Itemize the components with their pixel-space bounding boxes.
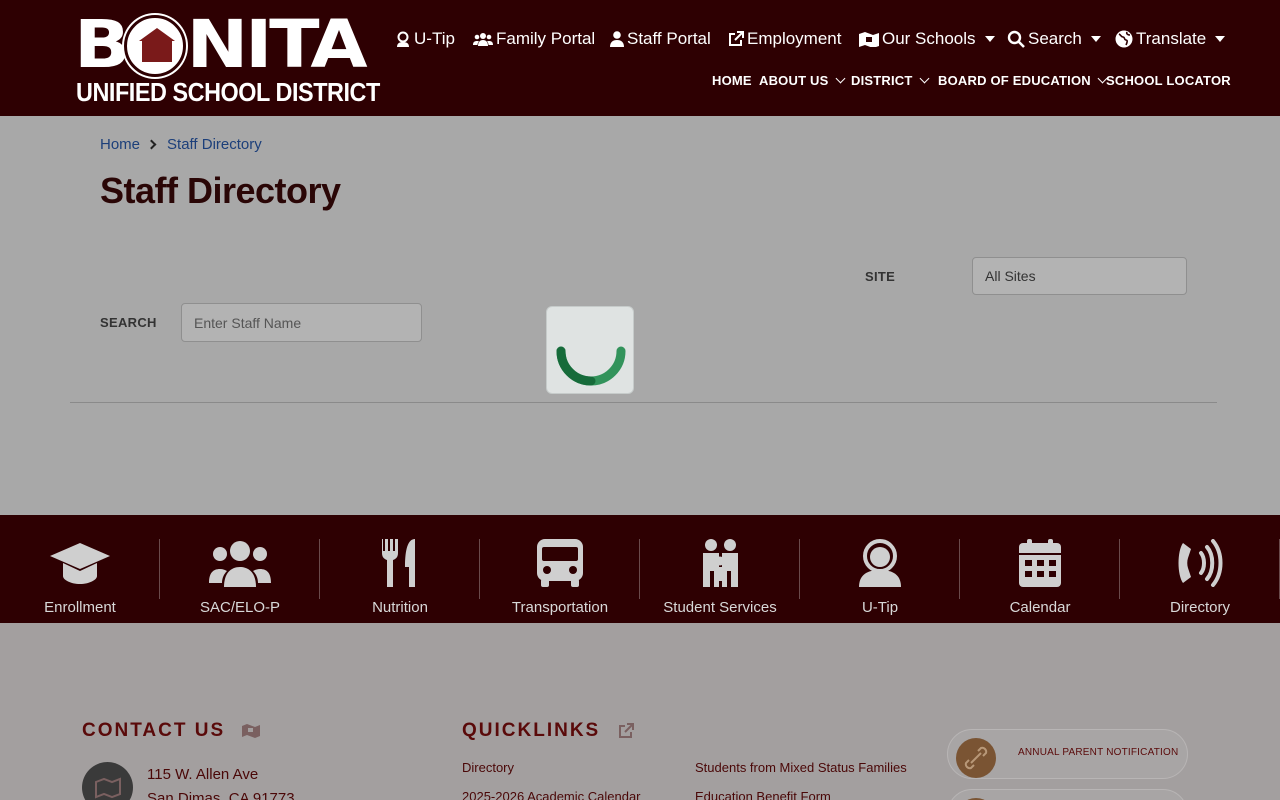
users-icon [209, 541, 271, 587]
users-icon [473, 33, 493, 46]
address-line-2: San Dimas, CA 91773 [147, 790, 295, 800]
loading-spinner [546, 306, 634, 394]
chevron-down-icon [1215, 36, 1226, 42]
chevron-down-icon [835, 73, 845, 83]
headset-icon [397, 31, 409, 47]
topnav-staff-portal[interactable]: Staff Portal [610, 28, 711, 50]
quicklinks-title: QUICKLINKS [462, 720, 634, 742]
phone-volume-icon [1178, 539, 1223, 587]
topnav-our-schools[interactable]: Our Schools [859, 28, 995, 50]
quick-directory[interactable]: Directory [1120, 539, 1280, 629]
topnav-search[interactable]: Search [1007, 28, 1101, 50]
staff-search-input[interactable] [181, 303, 422, 342]
mainnav-home[interactable]: HOME [712, 72, 752, 88]
school-seal-icon [124, 15, 186, 77]
quick-label: Nutrition [372, 599, 428, 616]
topnav-label: Our Schools [882, 29, 976, 48]
topnav-translate[interactable]: Translate [1115, 28, 1226, 50]
topnav-label: Employment [747, 29, 842, 48]
quick-label: Directory [1169, 599, 1230, 616]
school-map-icon [859, 32, 879, 47]
quick-label: U-Tip [861, 599, 899, 616]
chevron-right-icon [146, 139, 157, 150]
chevron-down-icon [919, 73, 929, 83]
site-select[interactable]: All Sites [972, 257, 1187, 295]
user-icon [610, 31, 624, 47]
topnav-label: Search [1028, 29, 1082, 48]
breadcrumb: Home Staff Directory [100, 136, 262, 153]
map-icon [82, 762, 133, 800]
logo-subtitle: UNIFIED SCHOOL DISTRICT [76, 77, 380, 107]
mainnav-label: ABOUT US [759, 72, 829, 88]
pill-label: ANNUAL PARENT NOTIFICATION [1018, 747, 1179, 758]
topnav-utip[interactable]: U-Tip [395, 28, 455, 50]
quicklink-education-benefit-form[interactable]: Education Benefit Form [695, 789, 831, 800]
mainnav-label: DISTRICT [851, 72, 913, 88]
site-header: BONITA UNIFIED SCHOOL DISTRICT U-Tip Fam… [0, 0, 1280, 116]
mainnav-district[interactable]: DISTRICT [851, 72, 929, 88]
graduation-cap-icon [50, 543, 110, 584]
external-link-icon [729, 31, 744, 46]
quicklinks-label: QUICKLINKS [462, 720, 601, 741]
quick-utip[interactable]: U-Tip [800, 539, 960, 629]
address-line-1: 115 W. Allen Ave [147, 766, 259, 783]
quick-calendar[interactable]: Calendar [960, 539, 1120, 629]
site-label: SITE [865, 269, 896, 284]
mainnav-label: SCHOOL LOCATOR [1106, 72, 1231, 88]
annual-parent-notification-button[interactable]: ANNUAL PARENT NOTIFICATION [947, 729, 1188, 779]
topnav-label: Staff Portal [627, 29, 711, 48]
quick-label: Student Services [663, 599, 777, 616]
topnav-family-portal[interactable]: Family Portal [473, 28, 595, 50]
bus-icon [537, 539, 583, 587]
footer-pill-button-2[interactable] [947, 789, 1188, 800]
contact-us-label: CONTACT US [82, 720, 226, 741]
quicklink-mixed-status-families[interactable]: Students from Mixed Status Families [695, 760, 907, 775]
headset-icon [859, 539, 901, 587]
district-logo[interactable]: BONITA UNIFIED SCHOOL DISTRICT [74, 6, 380, 107]
external-link-icon[interactable] [618, 722, 634, 739]
quick-student-services[interactable]: Student Services [640, 539, 800, 629]
school-map-icon[interactable] [242, 723, 261, 738]
topnav-label: Family Portal [496, 29, 596, 48]
calendar-icon [1019, 539, 1061, 587]
quick-access-bar: Enrollment SAC/ELO-P Program Nutrition T… [0, 515, 1280, 641]
topnav-employment[interactable]: Employment [728, 28, 841, 50]
quick-label: Enrollment [44, 599, 116, 616]
globe-icon [1115, 30, 1133, 48]
family-icon [703, 539, 738, 587]
breadcrumb-home[interactable]: Home [100, 136, 140, 153]
link-icon [956, 738, 996, 778]
chevron-down-icon [984, 36, 995, 42]
search-label: SEARCH [100, 315, 157, 330]
quicklink-academic-calendar[interactable]: 2025-2026 Academic Calendar [462, 789, 641, 800]
mainnav-board-of-education[interactable]: BOARD OF EDUCATION [938, 72, 1108, 88]
utensils-icon [382, 539, 415, 587]
quick-enrollment[interactable]: Enrollment [0, 539, 160, 629]
quick-label: Transportation [511, 599, 609, 616]
breadcrumb-current[interactable]: Staff Directory [167, 136, 262, 153]
mainnav-label: HOME [712, 72, 752, 88]
quick-sac-elo-p[interactable]: SAC/ELO-P Program [160, 539, 320, 641]
quick-transportation[interactable]: Transportation [480, 539, 640, 629]
mainnav-school-locator[interactable]: SCHOOL LOCATOR [1106, 72, 1231, 88]
logo-title: BONITA [74, 6, 368, 83]
topnav-label: Translate [1136, 29, 1207, 48]
contact-us-title: CONTACT US [82, 720, 261, 742]
mainnav-about-us[interactable]: ABOUT US [759, 72, 845, 88]
mainnav-label: BOARD OF EDUCATION [938, 72, 1091, 88]
quick-label: Calendar [1009, 599, 1071, 616]
quicklink-directory[interactable]: Directory [462, 760, 514, 775]
content-divider [70, 402, 1217, 403]
spinner-icon [556, 346, 626, 386]
search-icon [1007, 30, 1025, 48]
page-title: Staff Directory [100, 170, 341, 211]
quick-nutrition[interactable]: Nutrition [320, 539, 480, 629]
topnav-label: U-Tip [414, 29, 455, 48]
chevron-down-icon [1090, 36, 1101, 42]
